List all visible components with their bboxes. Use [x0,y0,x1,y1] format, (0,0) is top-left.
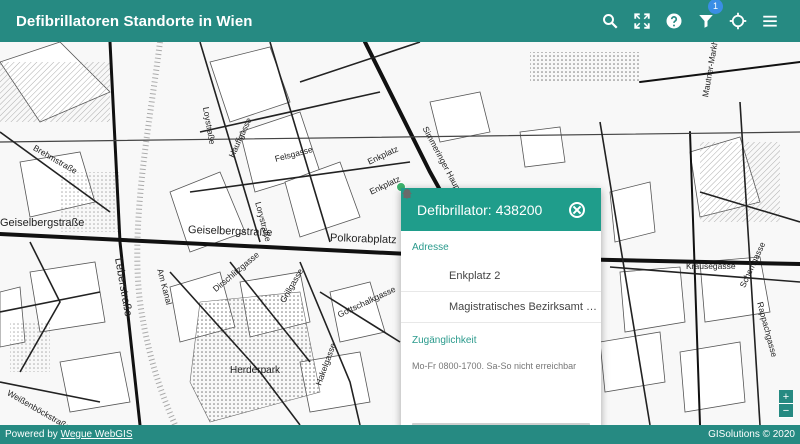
street-label: Krausegasse [686,261,736,271]
locate-button[interactable] [722,5,754,37]
institution-row: Magistratisches Bezirksamt für den 11. B… [401,189,601,323]
close-icon[interactable] [569,201,585,218]
street-label: Herderpark [230,365,281,376]
footer-bar: Powered by Wegue WebGIS GISolutions © 20… [0,425,800,444]
zoom-control: + − [779,390,793,418]
feature-popup: Defibrillator: 438200 Adresse Enkplatz 2… [401,188,601,425]
menu-button[interactable] [754,5,786,37]
top-toolbar: Defibrillatoren Standorte in Wien 1 [0,0,800,42]
wegue-link[interactable]: Wegue WebGIS [61,429,133,440]
menu-icon [763,15,777,27]
locate-icon [729,12,747,30]
filter-icon [699,15,713,28]
app-title: Defibrillatoren Standorte in Wien [16,12,253,30]
filter-button[interactable]: 1 [690,0,723,37]
search-button[interactable] [594,5,626,37]
popup-title: Defibrillator: 438200 [417,201,543,218]
address-value: Enkplatz 2 [449,270,501,282]
search-icon [603,14,618,29]
toolbar-icons: 1 [594,0,786,37]
footer-powered-by: Powered by Wegue WebGIS [5,429,708,440]
copyright-text: GISolutions © 2020 [708,429,795,440]
filter-count-badge: 1 [708,0,723,14]
zoom-in-button[interactable]: + [779,390,793,404]
zoom-out-button[interactable]: − [779,404,793,418]
map-view[interactable]: Simmeringer Hauptstraße Geiselbergstraße… [0,42,800,425]
popup-header: Defibrillator: 438200 [401,188,601,231]
help-button[interactable] [658,5,690,37]
help-icon [666,13,682,29]
opening-hours: Mo-Fr 0800-1700. Sa-So nicht erreichbar [412,361,577,371]
street-label: Geiselbergstraße [0,217,85,229]
app-window: Defibrillatoren Standorte in Wien 1 Simm… [0,0,800,444]
home-icon [402,189,427,314]
access-heading: Zugänglichkeit [412,335,477,346]
location-pin-icon [403,189,427,283]
address-heading: Adresse [412,242,449,253]
powered-by-text: Powered by [5,429,61,440]
fullscreen-button[interactable] [626,5,658,37]
institution-value: Magistratisches Bezirksamt für den 11. B… [449,301,599,313]
fullscreen-icon [634,13,650,29]
address-row: Enkplatz 2 [401,189,601,292]
map-canvas [0,42,800,425]
street-label: Polkorabplatz [329,232,397,247]
